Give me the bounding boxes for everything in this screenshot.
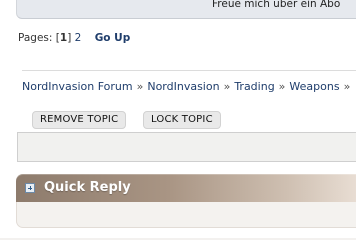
remove-topic-button[interactable]: REMOVE TOPIC xyxy=(32,111,127,129)
expand-plus-icon[interactable] xyxy=(25,183,35,193)
post-footer-strip: Freue mich über ein Abo xyxy=(16,0,356,19)
quick-reply-body xyxy=(16,202,356,228)
pages-label: Pages: xyxy=(18,32,53,44)
breadcrumb-item-nordinvasion[interactable]: NordInvasion xyxy=(147,80,219,93)
pages-close-bracket: ] xyxy=(67,32,72,44)
lock-topic-button[interactable]: LOCK TOPIC xyxy=(143,111,221,129)
moderation-options-panel xyxy=(17,132,356,162)
signature-text: Freue mich über ein Abo xyxy=(212,0,341,10)
breadcrumb-separator: » xyxy=(278,80,286,93)
quick-reply-header[interactable]: Quick Reply xyxy=(16,174,356,202)
breadcrumb-item-trading[interactable]: Trading xyxy=(234,80,274,93)
breadcrumb-separator: » xyxy=(343,80,351,93)
breadcrumb: NordInvasion Forum» NordInvasion» Trading»… xyxy=(22,80,354,93)
go-up-link[interactable]: Go Up xyxy=(95,32,131,44)
divider xyxy=(22,70,356,71)
breadcrumb-item-forum[interactable]: NordInvasion Forum xyxy=(22,80,133,93)
pagination: Pages: [1] 2 Go Up xyxy=(18,32,130,44)
breadcrumb-separator: » xyxy=(223,80,231,93)
quick-reply-title[interactable]: Quick Reply xyxy=(44,180,131,195)
breadcrumb-separator: » xyxy=(136,80,144,93)
breadcrumb-item-weapons[interactable]: Weapons xyxy=(289,80,339,93)
page-2-link[interactable]: 2 xyxy=(75,32,82,44)
forum-page: Freue mich über ein Abo Pages: [1] 2 Go … xyxy=(0,0,356,238)
